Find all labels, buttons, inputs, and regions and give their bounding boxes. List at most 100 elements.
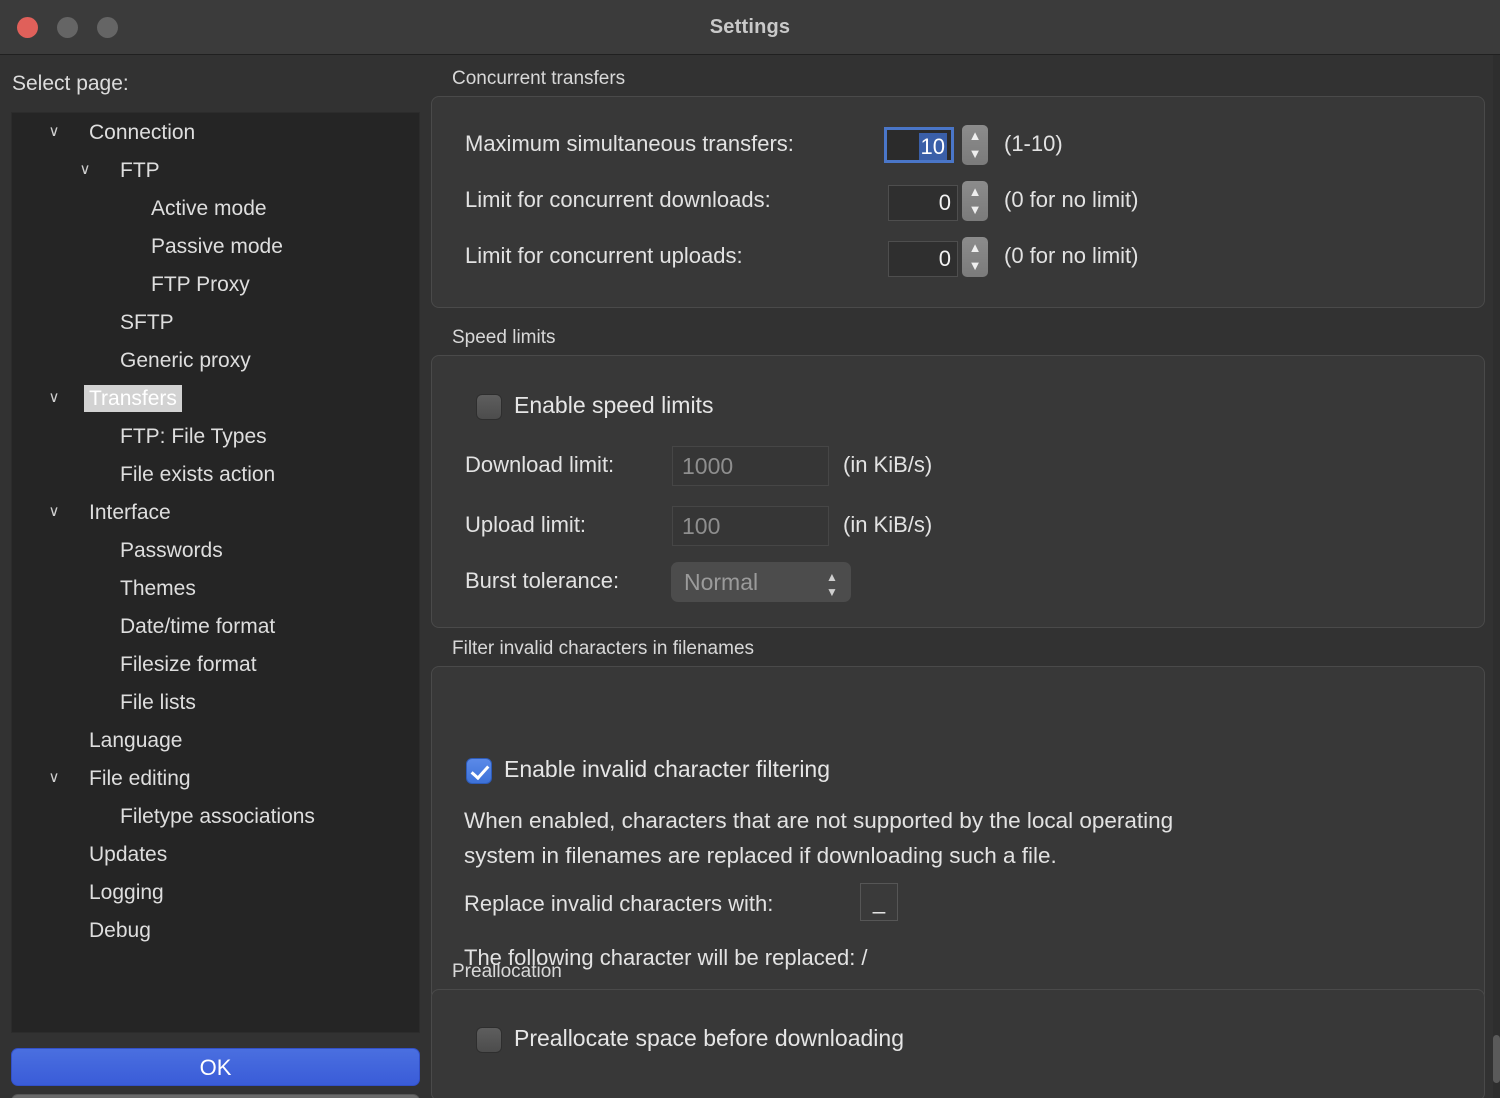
burst-tolerance-value: Normal bbox=[684, 569, 759, 595]
enable-invalid-character-filtering-label: Enable invalid character filtering bbox=[504, 756, 831, 782]
upload-limit-input[interactable]: 100 bbox=[672, 506, 829, 546]
sidebar-item-language[interactable]: Language bbox=[12, 721, 419, 759]
settings-window: Settings Select page: ∨ Connection ∨ FTP Act… bbox=[0, 0, 1500, 1098]
upload-limit-label: Upload limit: bbox=[465, 512, 587, 537]
chevron-down-icon[interactable]: ∨ bbox=[43, 113, 65, 151]
download-limit-label: Download limit: bbox=[465, 452, 615, 477]
sidebar-item-debug[interactable]: Debug bbox=[12, 911, 419, 949]
chevron-updown-icon: ▲ ▼ bbox=[826, 570, 838, 599]
sidebar-item-transfers[interactable]: ∨ Transfers bbox=[12, 379, 419, 417]
limit-downloads-hint: (0 for no limit) bbox=[1004, 187, 1139, 212]
settings-content-pane: Concurrent transfers Maximum simultaneou… bbox=[431, 55, 1500, 1098]
chevron-down-icon[interactable]: ∨ bbox=[43, 379, 65, 417]
group-speed-limits: Enable speed limits Download limit: 1000… bbox=[431, 355, 1485, 628]
sidebar-item-updates[interactable]: Updates bbox=[12, 835, 419, 873]
group-concurrent-transfers: Maximum simultaneous transfers: 10 (1-10… bbox=[431, 96, 1485, 308]
sidebar-item-label: Connection bbox=[89, 121, 196, 144]
sidebar-item-label: Date/time format bbox=[120, 615, 276, 638]
enable-invalid-character-filtering-checkbox[interactable] bbox=[466, 758, 492, 784]
max-simultaneous-transfers-input[interactable]: 10 bbox=[884, 127, 954, 163]
sidebar-item-ftp-proxy[interactable]: FTP Proxy bbox=[12, 265, 419, 303]
sidebar-item-label: Debug bbox=[89, 919, 151, 942]
burst-tolerance-label: Burst tolerance: bbox=[465, 568, 620, 593]
filter-description-line1: When enabled, characters that are not su… bbox=[464, 808, 1174, 833]
sidebar-item-filesize-format[interactable]: Filesize format bbox=[12, 645, 419, 683]
enable-speed-limits-checkbox[interactable] bbox=[476, 394, 502, 420]
filter-description-line2: system in filenames are replaced if down… bbox=[464, 843, 1057, 868]
enable-speed-limits-label: Enable speed limits bbox=[514, 392, 714, 418]
sidebar-item-label: Passive mode bbox=[151, 235, 283, 258]
limit-downloads-stepper[interactable] bbox=[962, 181, 988, 221]
window-title: Settings bbox=[709, 16, 791, 38]
settings-page-tree[interactable]: ∨ Connection ∨ FTP Active mode Passive mode FT… bbox=[11, 112, 420, 1033]
title-bar: Settings bbox=[0, 0, 1500, 55]
sidebar-item-passwords[interactable]: Passwords bbox=[12, 531, 419, 569]
sidebar-item-label: Interface bbox=[89, 501, 171, 524]
sidebar-item-filetype-associations[interactable]: Filetype associations bbox=[12, 797, 419, 835]
burst-tolerance-select[interactable]: Normal ▲ ▼ bbox=[671, 562, 851, 602]
sidebar-item-label: Filetype associations bbox=[120, 805, 315, 828]
download-limit-input[interactable]: 1000 bbox=[672, 446, 829, 486]
group-title-concurrent-transfers: Concurrent transfers bbox=[452, 68, 626, 89]
sidebar-item-label: Logging bbox=[89, 881, 164, 904]
sidebar-item-label: File editing bbox=[89, 767, 191, 790]
preallocate-space-checkbox[interactable] bbox=[476, 1027, 502, 1053]
max-simultaneous-transfers-stepper[interactable] bbox=[962, 125, 988, 165]
sidebar-item-label: Active mode bbox=[151, 197, 267, 220]
sidebar-item-file-exists-action[interactable]: File exists action bbox=[12, 455, 419, 493]
chevron-down-icon[interactable]: ∨ bbox=[43, 759, 65, 797]
max-simultaneous-transfers-hint: (1-10) bbox=[1004, 131, 1063, 156]
ok-button[interactable]: OK bbox=[11, 1048, 420, 1086]
limit-downloads-label: Limit for concurrent downloads: bbox=[465, 187, 771, 212]
sidebar-item-passive-mode[interactable]: Passive mode bbox=[12, 227, 419, 265]
limit-uploads-stepper[interactable] bbox=[962, 237, 988, 277]
chevron-down-icon[interactable]: ∨ bbox=[43, 493, 65, 531]
sidebar-item-sftp[interactable]: SFTP bbox=[12, 303, 419, 341]
sidebar-item-label: Language bbox=[89, 729, 183, 752]
sidebar-item-date-time-format[interactable]: Date/time format bbox=[12, 607, 419, 645]
sidebar-item-label: SFTP bbox=[120, 311, 174, 334]
download-limit-unit: (in KiB/s) bbox=[843, 452, 933, 477]
sidebar-item-label: Generic proxy bbox=[120, 349, 251, 372]
group-title-filter-invalid-characters: Filter invalid characters in filenames bbox=[452, 638, 755, 659]
sidebar-item-file-editing[interactable]: ∨ File editing bbox=[12, 759, 419, 797]
replace-invalid-characters-label: Replace invalid characters with: bbox=[464, 891, 774, 916]
sidebar-pane: Select page: ∨ Connection ∨ FTP Active mode P… bbox=[0, 55, 431, 1098]
sidebar-item-ftp[interactable]: ∨ FTP bbox=[12, 151, 419, 189]
cancel-button[interactable]: Cancel bbox=[11, 1094, 420, 1098]
sidebar-item-label: Filesize format bbox=[120, 653, 257, 676]
group-filter-invalid-characters: Enable invalid character filtering When … bbox=[431, 666, 1485, 1001]
upload-limit-unit: (in KiB/s) bbox=[843, 512, 933, 537]
sidebar-item-label: Transfers bbox=[84, 385, 182, 412]
group-title-preallocation: Preallocation bbox=[452, 961, 562, 982]
sidebar-item-active-mode[interactable]: Active mode bbox=[12, 189, 419, 227]
limit-uploads-label: Limit for concurrent uploads: bbox=[465, 243, 743, 268]
sidebar-item-label: File exists action bbox=[120, 463, 276, 486]
replace-invalid-characters-input[interactable]: _ bbox=[860, 883, 898, 921]
group-preallocation: Preallocate space before downloading bbox=[431, 989, 1485, 1098]
content-scrollbar-track[interactable] bbox=[1493, 55, 1500, 1098]
max-simultaneous-transfers-value: 10 bbox=[918, 133, 947, 160]
sidebar-item-label: FTP bbox=[120, 159, 160, 182]
sidebar-item-label: Updates bbox=[89, 843, 168, 866]
sidebar-item-label: FTP Proxy bbox=[151, 273, 250, 296]
sidebar-item-label: Themes bbox=[120, 577, 196, 600]
sidebar-item-ftp-file-types[interactable]: FTP: File Types bbox=[12, 417, 419, 455]
sidebar-item-connection[interactable]: ∨ Connection bbox=[12, 113, 419, 151]
group-title-speed-limits: Speed limits bbox=[452, 327, 556, 348]
chevron-down-icon[interactable]: ∨ bbox=[74, 151, 96, 189]
preallocate-space-label: Preallocate space before downloading bbox=[514, 1025, 904, 1051]
sidebar-item-generic-proxy[interactable]: Generic proxy bbox=[12, 341, 419, 379]
sidebar-item-label: Passwords bbox=[120, 539, 223, 562]
sidebar-item-themes[interactable]: Themes bbox=[12, 569, 419, 607]
limit-uploads-hint: (0 for no limit) bbox=[1004, 243, 1139, 268]
content-scrollbar-thumb[interactable] bbox=[1493, 1035, 1500, 1083]
sidebar-item-label: File lists bbox=[120, 691, 196, 714]
sidebar-item-interface[interactable]: ∨ Interface bbox=[12, 493, 419, 531]
sidebar-item-file-lists[interactable]: File lists bbox=[12, 683, 419, 721]
limit-downloads-input[interactable]: 0 bbox=[888, 185, 958, 221]
limit-uploads-input[interactable]: 0 bbox=[888, 241, 958, 277]
select-page-label: Select page: bbox=[12, 72, 129, 95]
sidebar-item-label: FTP: File Types bbox=[120, 425, 267, 448]
sidebar-item-logging[interactable]: Logging bbox=[12, 873, 419, 911]
